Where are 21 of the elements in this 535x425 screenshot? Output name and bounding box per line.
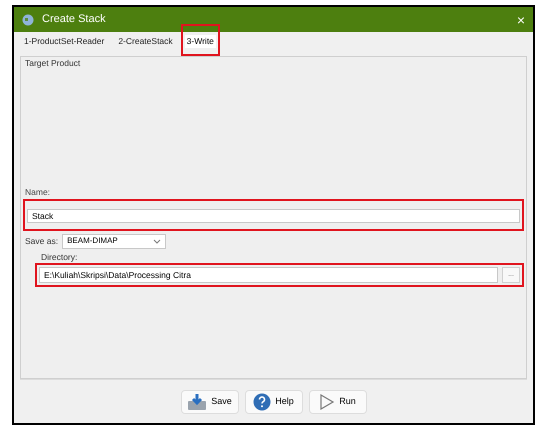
dialog-button[interactable]: Run [308, 390, 366, 414]
field-label: Save as: [25, 234, 58, 248]
save-disk-icon [187, 392, 208, 410]
help-icon [253, 392, 272, 410]
play-icon [319, 394, 336, 410]
tab[interactable]: 2-CreateStack [116, 35, 175, 48]
chevron-down-icon [153, 238, 162, 244]
name-input-field[interactable]: Stack [27, 208, 520, 222]
field-label: Directory: [41, 250, 78, 264]
format-dropdown[interactable]: BEAM-DIMAP [62, 234, 166, 248]
window-title: Create Stack [42, 12, 107, 28]
dialog-button[interactable]: Save [180, 390, 238, 414]
field-label: Name: [25, 186, 52, 198]
tab[interactable]: 3-Write [184, 35, 216, 48]
close-button[interactable]: × [516, 12, 525, 26]
globe-icon [22, 14, 34, 26]
directory-input-field[interactable]: E:\Kuliah\Skripsi\Data\Processing Citra [39, 267, 498, 284]
dialog-button[interactable]: Help [244, 390, 302, 414]
dropdown-value: BEAM-DIMAP [67, 235, 118, 247]
tab[interactable]: 1-ProductSet-Reader [22, 35, 106, 48]
group-title: Target Product [25, 57, 82, 70]
